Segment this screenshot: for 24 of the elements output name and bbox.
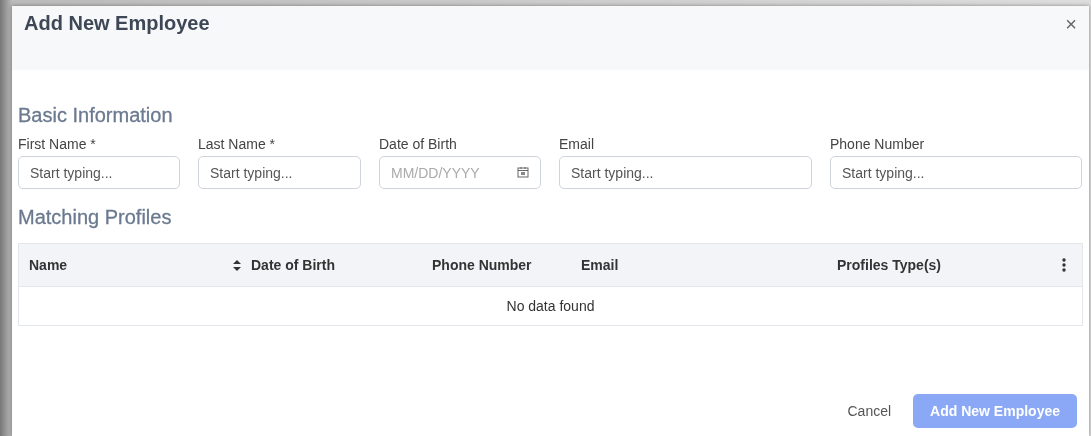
field-label: First Name * xyxy=(18,136,97,152)
column-header[interactable]: Name xyxy=(29,257,68,273)
text-field[interactable]: Start typing... xyxy=(198,156,361,189)
field-label: Email xyxy=(559,136,595,152)
section-heading: Basic Information xyxy=(18,104,174,127)
empty-message: No data found xyxy=(506,298,595,314)
field-label: Last Name * xyxy=(198,136,277,152)
field-label: Phone Number xyxy=(830,136,926,152)
column-header[interactable]: Date of Birth xyxy=(251,257,335,273)
column-header[interactable]: Phone Number xyxy=(432,257,532,273)
field-label: Date of Birth xyxy=(379,136,458,152)
close-button[interactable]: × xyxy=(1065,14,1077,34)
sort-icon[interactable] xyxy=(233,259,241,271)
date-field[interactable]: MM/DD/YYYY xyxy=(379,156,541,189)
dialog-title: Add New Employee xyxy=(24,12,210,35)
text-field[interactable]: Start typing... xyxy=(830,156,1082,189)
section-heading: Matching Profiles xyxy=(18,206,173,229)
cancel-button[interactable]: Cancel xyxy=(847,403,892,419)
text-field[interactable]: Start typing... xyxy=(18,156,180,189)
calendar-icon[interactable] xyxy=(517,166,529,178)
text-field[interactable]: Start typing... xyxy=(559,156,812,189)
more-options-icon[interactable] xyxy=(1062,258,1066,272)
column-header[interactable]: Email xyxy=(581,257,619,273)
column-header[interactable]: Profiles Type(s) xyxy=(837,257,941,273)
